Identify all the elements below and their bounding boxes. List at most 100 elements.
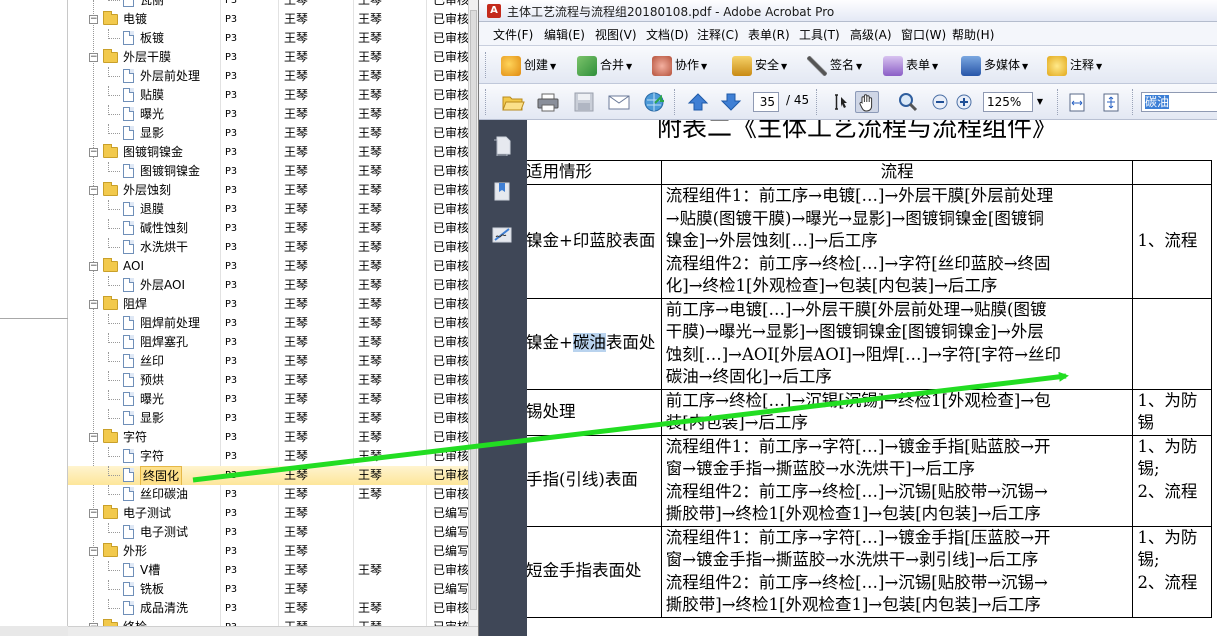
zoom-out-button[interactable] xyxy=(931,91,949,113)
menu-item[interactable]: 表单(R) xyxy=(748,26,790,43)
tree-item-row[interactable]: 图镀铜镍金 P3 王琴 王琴 已审核 xyxy=(68,162,468,181)
security-button[interactable]: 安全 ▼ xyxy=(732,54,787,76)
menu-item[interactable]: 文档(D) xyxy=(646,26,689,43)
left-scrollbar[interactable] xyxy=(0,626,68,636)
bookmarks-panel-button[interactable] xyxy=(491,180,513,202)
zoom-level-input[interactable]: 125% xyxy=(983,92,1033,112)
collapse-icon[interactable]: − xyxy=(89,300,98,309)
signatures-panel-button[interactable] xyxy=(491,224,513,246)
zoom-tool-button[interactable] xyxy=(896,91,920,113)
tree-item-row[interactable]: 字符 P3 王琴 王琴 已审核 xyxy=(68,447,468,466)
comment-button[interactable]: 注释 ▼ xyxy=(1047,54,1102,76)
tree-folder-row[interactable]: − 阻焊 P3 王琴 王琴 已审核 xyxy=(68,295,468,314)
menu-item[interactable]: 帮助(H) xyxy=(952,26,994,43)
menu-item[interactable]: 文件(F) xyxy=(493,26,533,43)
tree-item-row[interactable]: 贴膜 P3 王琴 王琴 已审核 xyxy=(68,86,468,105)
collapse-icon[interactable]: − xyxy=(89,433,98,442)
tree-item-row[interactable]: 预烘 P3 王琴 王琴 已审核 xyxy=(68,371,468,390)
save-button[interactable] xyxy=(572,91,596,113)
collapse-icon[interactable]: − xyxy=(89,186,98,195)
menu-item[interactable]: 注释(C) xyxy=(697,26,739,43)
web-upload-button[interactable] xyxy=(642,91,666,113)
tree-name-cell: 铣板 xyxy=(68,580,220,599)
menu-item[interactable]: 工具(T) xyxy=(799,26,840,43)
tree-vertical-scrollbar[interactable] xyxy=(468,0,478,636)
tree-folder-row[interactable]: − 外形 P3 王琴 已编写 xyxy=(68,542,468,561)
tree-item-row[interactable]: 退膜 P3 王琴 王琴 已审核 xyxy=(68,200,468,219)
combine-button[interactable]: 合并 ▼ xyxy=(577,54,632,76)
collapse-icon[interactable]: − xyxy=(89,53,98,62)
collapse-icon[interactable]: − xyxy=(89,148,98,157)
note-line xyxy=(1137,321,1207,344)
pages-panel-button[interactable] xyxy=(491,134,513,157)
tree-item-row[interactable]: 水洗烘干 P3 王琴 王琴 已审核 xyxy=(68,238,468,257)
next-page-button[interactable] xyxy=(719,91,743,113)
page-number-input[interactable]: 35 xyxy=(753,92,779,112)
tree-item-row[interactable]: 阻焊塞孔 P3 王琴 王琴 已审核 xyxy=(68,333,468,352)
menu-item[interactable]: 窗口(W) xyxy=(901,26,946,43)
collaborate-button[interactable]: 协作 ▼ xyxy=(652,54,707,76)
email-button[interactable] xyxy=(607,91,631,113)
menu-item[interactable]: 编辑(E) xyxy=(544,26,585,43)
zoom-dropdown-chevron-icon[interactable]: ▼ xyxy=(1033,92,1047,112)
tree-folder-row[interactable]: − AOI P3 王琴 王琴 已审核 xyxy=(68,257,468,276)
collapse-icon[interactable]: − xyxy=(89,262,98,271)
zoom-in-button[interactable] xyxy=(955,91,973,113)
tree-item-row[interactable]: 外层前处理 P3 王琴 王琴 已审核 xyxy=(68,67,468,86)
document-icon xyxy=(123,202,134,216)
tree-connector xyxy=(108,67,109,77)
tree-item-row[interactable]: 外层AOI P3 王琴 王琴 已审核 xyxy=(68,276,468,295)
collapse-icon[interactable]: − xyxy=(89,509,98,518)
tree-item-row[interactable]: 板镀 P3 王琴 王琴 已审核 xyxy=(68,29,468,48)
tree-item-row[interactable]: 显影 P3 王琴 王琴 已审核 xyxy=(68,124,468,143)
tree-item-row[interactable]: V槽 P3 王琴 王琴 已审核 xyxy=(68,561,468,580)
forms-button[interactable]: 表单 ▼ xyxy=(883,54,938,76)
select-tool-button[interactable] xyxy=(826,91,850,113)
tree-item-row[interactable]: 阻焊前处理 P3 王琴 王琴 已审核 xyxy=(68,314,468,333)
tree-folder-row[interactable]: − 图镀铜镍金 P3 王琴 王琴 已审核 xyxy=(68,143,468,162)
hand-tool-button[interactable] xyxy=(855,91,879,113)
tree-folder-row[interactable]: − 电镀 P3 王琴 王琴 已审核 xyxy=(68,10,468,29)
previous-page-button[interactable] xyxy=(686,91,710,113)
multimedia-button[interactable]: 多媒体 ▼ xyxy=(961,54,1028,76)
tree-item-row[interactable]: 成品清洗 P3 王琴 王琴 已审核 xyxy=(68,599,468,618)
fit-page-button[interactable] xyxy=(1099,91,1123,113)
tree-item-row[interactable]: 电子测试 P3 王琴 已编写 xyxy=(68,523,468,542)
writer-cell: 王琴 xyxy=(284,354,309,368)
menu-item[interactable]: 高级(A) xyxy=(850,26,892,43)
tree-horizontal-scrollbar[interactable] xyxy=(68,626,478,636)
collapse-icon[interactable]: − xyxy=(89,547,98,556)
toolbar-grip[interactable] xyxy=(485,52,488,78)
tree-item-row[interactable]: 显影 P3 王琴 王琴 已审核 xyxy=(68,409,468,428)
tree-folder-row[interactable]: − 电子测试 P3 王琴 已编写 xyxy=(68,504,468,523)
collapse-icon[interactable]: − xyxy=(89,15,98,24)
tree-item-row[interactable]: 铣板 P3 王琴 已编写 xyxy=(68,580,468,599)
tree-label: V槽 xyxy=(140,563,161,577)
tree-item-row[interactable]: 碱性蚀刻 P3 王琴 王琴 已审核 xyxy=(68,219,468,238)
tree-connector xyxy=(108,114,120,115)
scrollbar-thumb[interactable] xyxy=(470,10,477,610)
open-button[interactable] xyxy=(501,91,525,113)
tree-item-row[interactable]: 曝光 P3 王琴 王琴 已审核 xyxy=(68,390,468,409)
tree-name-cell: 终固化 xyxy=(68,466,220,485)
toolbar-grip[interactable] xyxy=(485,89,488,115)
fit-width-button[interactable] xyxy=(1065,91,1089,113)
level-cell: P3 xyxy=(225,394,238,405)
tree-item-row[interactable]: 瓦丽 P3 王琴 王琴 已审核 xyxy=(68,0,468,10)
tree-folder-row[interactable]: − 外层干膜 P3 王琴 王琴 已审核 xyxy=(68,48,468,67)
tree-label: 显影 xyxy=(140,126,165,140)
tree-item-row[interactable]: 终固化 P3 王琴 王琴 已审核 xyxy=(68,466,468,485)
tree-name-cell: 显影 xyxy=(68,124,220,143)
menu-item[interactable]: 视图(V) xyxy=(595,26,637,43)
tree-folder-row[interactable]: − 外层蚀刻 P3 王琴 王琴 已审核 xyxy=(68,181,468,200)
tree-item-row[interactable]: 曝光 P3 王琴 王琴 已审核 xyxy=(68,105,468,124)
find-input[interactable]: 碳油 xyxy=(1141,92,1217,112)
tree-item-row[interactable]: 丝印碳油 P3 王琴 王琴 已审核 xyxy=(68,485,468,504)
sign-button[interactable]: 签名 ▼ xyxy=(807,54,862,76)
document-view[interactable]: 附表二《主体工艺流程与流程组件》 适用情形 流程 镍金+印蓝胶表面 流程组件1：前… xyxy=(527,120,1217,636)
print-button[interactable] xyxy=(536,91,560,113)
navigation-toolbar: 35 / 45 125% ▼ 碳油 xyxy=(479,84,1217,120)
create-button[interactable]: 创建 ▼ xyxy=(501,54,556,76)
tree-item-row[interactable]: 丝印 P3 王琴 王琴 已审核 xyxy=(68,352,468,371)
tree-folder-row[interactable]: − 字符 P3 王琴 王琴 已审核 xyxy=(68,428,468,447)
